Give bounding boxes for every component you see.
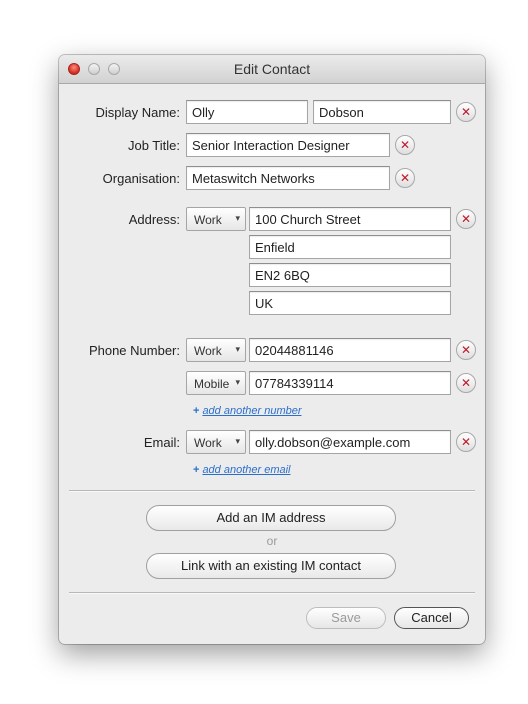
plus-icon: + bbox=[193, 405, 200, 417]
plus-icon: + bbox=[193, 464, 200, 476]
last-name-field[interactable]: Dobson bbox=[313, 100, 451, 124]
phone-2-number-field[interactable]: 07784339114 bbox=[249, 371, 451, 395]
address-line-4-field[interactable]: UK bbox=[249, 291, 451, 315]
phone-1-type-select[interactable]: Work ▾ bbox=[186, 338, 246, 362]
add-another-email-link[interactable]: + add another email bbox=[193, 464, 291, 476]
organisation-field[interactable]: Metaswitch Networks bbox=[186, 166, 390, 190]
phone-2-type-select[interactable]: Mobile ▾ bbox=[186, 371, 246, 395]
chevron-down-icon: ▾ bbox=[235, 213, 240, 223]
add-im-address-button[interactable]: Add an IM address bbox=[146, 505, 396, 531]
remove-icon: ✕ bbox=[399, 138, 411, 152]
address-label: Address: bbox=[128, 212, 180, 227]
chevron-down-icon: ▾ bbox=[235, 344, 240, 354]
title-bar: Edit Contact bbox=[59, 55, 485, 84]
phone-1-number-field[interactable]: 02044881146 bbox=[249, 338, 451, 362]
divider bbox=[69, 592, 475, 594]
email-type-value: Work bbox=[194, 436, 222, 450]
job-title-label: Job Title: bbox=[127, 138, 180, 153]
phone-1-type-value: Work bbox=[194, 344, 222, 358]
address-type-value: Work bbox=[194, 213, 222, 227]
cancel-button[interactable]: Cancel bbox=[394, 607, 469, 629]
remove-icon: ✕ bbox=[460, 105, 472, 119]
remove-name-button[interactable]: ✕ bbox=[456, 102, 476, 122]
remove-address-button[interactable]: ✕ bbox=[456, 209, 476, 229]
address-line-1-field[interactable]: 100 Church Street bbox=[249, 207, 451, 231]
or-separator-text: or bbox=[266, 534, 278, 548]
add-another-email-text: add another email bbox=[202, 464, 291, 476]
chevron-down-icon: ▾ bbox=[235, 436, 240, 446]
job-title-field[interactable]: Senior Interaction Designer bbox=[186, 133, 390, 157]
remove-job-title-button[interactable]: ✕ bbox=[395, 135, 415, 155]
email-field[interactable]: olly.dobson@example.com bbox=[249, 430, 451, 454]
remove-phone-1-button[interactable]: ✕ bbox=[456, 340, 476, 360]
display-name-label: Display Name: bbox=[95, 105, 180, 120]
phone-2-type-value: Mobile bbox=[194, 377, 230, 391]
address-type-select[interactable]: Work ▾ bbox=[186, 207, 246, 231]
phone-number-label: Phone Number: bbox=[88, 343, 180, 358]
address-line-3-field[interactable]: EN2 6BQ bbox=[249, 263, 451, 287]
remove-organisation-button[interactable]: ✕ bbox=[395, 168, 415, 188]
remove-icon: ✕ bbox=[460, 435, 472, 449]
address-line-2-field[interactable]: Enfield bbox=[249, 235, 451, 259]
chevron-down-icon: ▾ bbox=[235, 377, 240, 387]
edit-contact-window: Edit Contact Display Name: Olly Dobson ✕… bbox=[59, 55, 485, 644]
add-another-number-text: add another number bbox=[202, 405, 302, 417]
remove-icon: ✕ bbox=[460, 343, 472, 357]
remove-icon: ✕ bbox=[460, 376, 472, 390]
add-another-number-link[interactable]: + add another number bbox=[193, 405, 302, 417]
first-name-field[interactable]: Olly bbox=[186, 100, 308, 124]
save-button[interactable]: Save bbox=[306, 607, 386, 629]
remove-email-button[interactable]: ✕ bbox=[456, 432, 476, 452]
window-title: Edit Contact bbox=[233, 61, 311, 77]
divider bbox=[69, 490, 475, 492]
remove-phone-2-button[interactable]: ✕ bbox=[456, 373, 476, 393]
email-label: Email: bbox=[143, 435, 180, 450]
remove-icon: ✕ bbox=[399, 171, 411, 185]
remove-icon: ✕ bbox=[460, 212, 472, 226]
organisation-label: Organisation: bbox=[102, 171, 180, 186]
email-type-select[interactable]: Work ▾ bbox=[186, 430, 246, 454]
link-im-contact-button[interactable]: Link with an existing IM contact bbox=[146, 553, 396, 579]
